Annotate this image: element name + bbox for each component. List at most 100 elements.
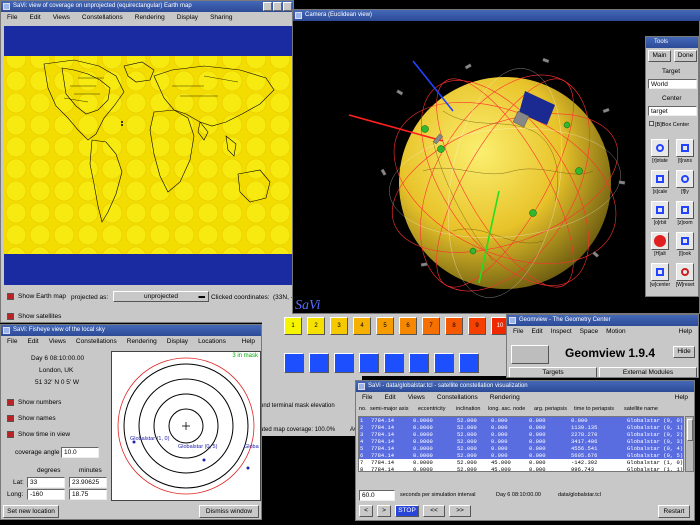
- strip-blue-box[interactable]: [334, 353, 354, 373]
- table-menu-help[interactable]: Help: [675, 392, 688, 404]
- show-time-checkbox[interactable]: Show time in view: [7, 431, 70, 438]
- map-window-titlebar[interactable]: SaVi: view of coverage on unprojected (e…: [1, 1, 293, 12]
- show-numbers-checkbox[interactable]: Show numbers: [7, 399, 61, 406]
- geomview-logo-button[interactable]: [511, 345, 549, 364]
- center-field[interactable]: target: [648, 106, 697, 116]
- map-menu-display[interactable]: Display: [177, 12, 198, 24]
- tool-look[interactable]: [l]ook: [673, 232, 697, 262]
- table-row[interactable]: 3 7784.14 0.0000 52.000 0.000 0.000 2278.270 Gl…: [359, 431, 683, 438]
- dismiss-window-button[interactable]: Dismiss window: [199, 505, 259, 518]
- tool-center[interactable]: [w]center: [648, 263, 672, 293]
- table-scrollbar[interactable]: [685, 416, 694, 472]
- fisheye-sky-view[interactable]: 3 in mask Globalstar (1, 0) Globalstar (…: [111, 351, 261, 501]
- stop-button[interactable]: STOP: [395, 505, 419, 517]
- tool-reset[interactable]: [W]reset: [673, 263, 697, 293]
- coverage-swatch[interactable]: 1: [284, 317, 302, 335]
- fisheye-menu-help[interactable]: Help: [242, 336, 255, 348]
- tool-scale[interactable]: [s]cale: [648, 170, 672, 200]
- map-menu-constellations[interactable]: Constellations: [82, 12, 123, 24]
- earth-coverage-map[interactable]: [4, 26, 292, 285]
- strip-blue-box[interactable]: [409, 353, 429, 373]
- hide-button[interactable]: Hide: [673, 346, 695, 358]
- coverage-swatch[interactable]: 4: [353, 317, 371, 335]
- coverage-swatch[interactable]: 5: [376, 317, 394, 335]
- fisheye-menu-display[interactable]: Display: [167, 336, 188, 348]
- lat-minutes-input[interactable]: 23.90625: [69, 477, 107, 488]
- tool-stop[interactable]: [H]alt: [648, 232, 672, 262]
- coverage-swatch[interactable]: 2: [307, 317, 325, 335]
- strip-blue-box[interactable]: [434, 353, 454, 373]
- restart-button[interactable]: Restart: [658, 505, 690, 518]
- target-field[interactable]: World: [648, 79, 697, 89]
- coverage-swatch[interactable]: 6: [399, 317, 417, 335]
- strip-blue-box[interactable]: [384, 353, 404, 373]
- table-row[interactable]: 8 7784.14 0.0000 52.000 45.000 0.000 996.743 Gl…: [359, 466, 683, 471]
- table-row[interactable]: 6 7784.14 0.0000 52.000 0.000 0.000 5695.676 Gl…: [359, 452, 683, 459]
- show-names-checkbox[interactable]: Show names: [7, 415, 56, 422]
- tool-orbit[interactable]: [o]rbit: [648, 201, 672, 231]
- long-minutes-input[interactable]: 18.75: [69, 489, 107, 500]
- coverage-swatch[interactable]: 3: [330, 317, 348, 335]
- fisheye-menu-constellations[interactable]: Constellations: [76, 336, 117, 348]
- bbox-center-toggle[interactable]: [B]Box Center: [649, 121, 689, 128]
- table-menu-constellations[interactable]: Constellations: [437, 392, 478, 404]
- coverage-swatch[interactable]: 7: [422, 317, 440, 335]
- strip-blue-box[interactable]: [459, 353, 479, 373]
- map-menu-file[interactable]: File: [7, 12, 17, 24]
- fisheye-menu-edit[interactable]: Edit: [27, 336, 38, 348]
- fisheye-menu-rendering[interactable]: Rendering: [127, 336, 157, 348]
- strip-blue-box[interactable]: [284, 353, 304, 373]
- camera-window-titlebar[interactable]: Camera (Euclidean view): [293, 10, 700, 21]
- scrollbar-thumb[interactable]: [687, 419, 693, 441]
- long-degrees-input[interactable]: -160: [27, 489, 65, 500]
- geomview-menu-inspect[interactable]: Inspect: [551, 326, 572, 338]
- table-menu-edit[interactable]: Edit: [384, 392, 395, 404]
- coverage-swatch[interactable]: 8: [445, 317, 463, 335]
- rewind-button[interactable]: <<: [423, 505, 445, 517]
- table-menu-views[interactable]: Views: [408, 392, 425, 404]
- coverage-angle-input[interactable]: 10.0: [61, 447, 99, 458]
- geomview-menu-help[interactable]: Help: [679, 326, 692, 338]
- fisheye-menu-file[interactable]: File: [7, 336, 17, 348]
- main-button[interactable]: Main: [648, 50, 671, 62]
- table-row[interactable]: 2 7784.14 0.0000 52.000 0.000 0.000 1139.135 Gl…: [359, 424, 683, 431]
- set-new-location-button[interactable]: Set new location: [3, 505, 59, 518]
- sim-interval-input[interactable]: 60.0: [359, 490, 395, 501]
- tool-rotate[interactable]: [r]otate: [648, 139, 672, 169]
- geomview-window-titlebar[interactable]: Geomview - The Geometry Center: [507, 315, 698, 326]
- table-row[interactable]: 4 7784.14 0.0000 52.000 0.000 0.000 3417.406 Gl…: [359, 438, 683, 445]
- step-back-button[interactable]: <: [359, 505, 373, 517]
- constellation-window-titlebar[interactable]: SaVi - data/globalstar.tcl - satellite c…: [356, 381, 694, 392]
- table-menu-file[interactable]: File: [362, 392, 372, 404]
- table-menu-rendering[interactable]: Rendering: [490, 392, 520, 404]
- projection-select[interactable]: unprojected ▬: [113, 291, 209, 302]
- table-row[interactable]: 7 7784.14 0.0000 52.000 45.000 0.000 -142.392 G…: [359, 459, 683, 466]
- show-earth-map-checkbox[interactable]: Show Earth map: [7, 293, 66, 300]
- lat-degrees-input[interactable]: 33: [27, 477, 65, 488]
- map-menu-views[interactable]: Views: [53, 12, 70, 24]
- tool-zoom[interactable]: [z]oom: [673, 201, 697, 231]
- geomview-menu-motion[interactable]: Motion: [606, 326, 626, 338]
- done-button[interactable]: Done: [674, 50, 697, 62]
- camera-3d-view[interactable]: SaVi: [293, 21, 643, 315]
- map-menu-rendering[interactable]: Rendering: [135, 12, 165, 24]
- map-menu-edit[interactable]: Edit: [29, 12, 40, 24]
- strip-blue-box[interactable]: [309, 353, 329, 373]
- tool-translate[interactable]: [t]rans: [673, 139, 697, 169]
- strip-blue-box[interactable]: [359, 353, 379, 373]
- minimize-icon[interactable]: [263, 2, 272, 11]
- geomview-menu-edit[interactable]: Edit: [531, 326, 542, 338]
- table-row[interactable]: 1 7784.14 0.0000 52.000 0.000 0.000 0.000 Globa…: [359, 417, 683, 424]
- targets-tab[interactable]: Targets: [509, 367, 597, 377]
- table-row[interactable]: 5 7784.14 0.0000 52.000 0.000 0.000 4556.541 Gl…: [359, 445, 683, 452]
- coverage-swatch[interactable]: 9: [468, 317, 486, 335]
- fisheye-menu-views[interactable]: Views: [49, 336, 66, 348]
- maximize-icon[interactable]: [273, 2, 282, 11]
- satellite-table[interactable]: 1 7784.14 0.0000 52.000 0.000 0.000 0.000 Globa…: [358, 416, 684, 472]
- geomview-menu-file[interactable]: File: [513, 326, 523, 338]
- tool-fly[interactable]: [f]ly: [673, 170, 697, 200]
- close-icon[interactable]: [283, 2, 292, 11]
- tools-window-titlebar[interactable]: Tools: [646, 37, 698, 48]
- external-modules-tab[interactable]: External Modules: [599, 367, 697, 377]
- map-menu-sharing[interactable]: Sharing: [210, 12, 232, 24]
